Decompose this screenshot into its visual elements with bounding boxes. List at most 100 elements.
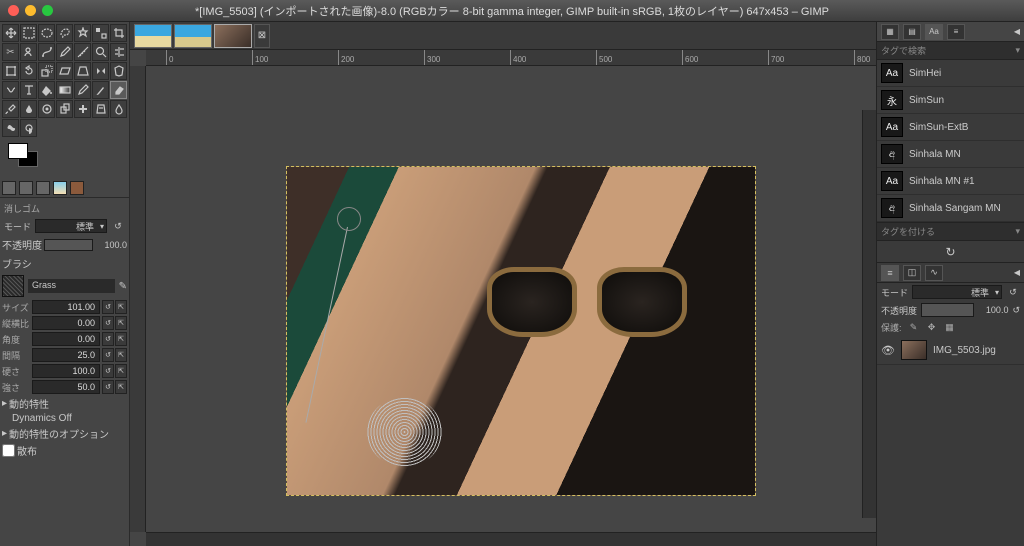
angle-input[interactable]: 0.00 <box>32 332 100 346</box>
chevron-down-icon[interactable]: ▾ <box>1015 45 1020 56</box>
brush-name[interactable]: Grass <box>28 279 115 293</box>
font-list-item[interactable]: AaSimSun-ExtB <box>877 114 1024 141</box>
force-reset-icon[interactable]: ↺ <box>102 380 114 394</box>
layer-item[interactable]: 👁IMG_5503.jpg <box>877 336 1024 365</box>
layer-visibility-icon[interactable]: 👁 <box>881 344 895 357</box>
scale-tool[interactable] <box>38 62 55 80</box>
dock-menu-icon[interactable]: ◀ <box>1014 27 1020 36</box>
vertical-scrollbar[interactable] <box>862 110 876 518</box>
eraser-tool[interactable] <box>110 81 127 99</box>
rect-select-tool[interactable] <box>20 24 37 42</box>
spacing-reset-icon[interactable]: ↺ <box>102 348 114 362</box>
layers-opacity-reset-icon[interactable]: ↺ <box>1012 305 1020 316</box>
history-tab-icon[interactable]: ≡ <box>947 24 965 40</box>
perspective-tool[interactable] <box>74 62 91 80</box>
dodge-burn-tool[interactable] <box>20 119 37 137</box>
aspect-reset-icon[interactable]: ↺ <box>102 316 114 330</box>
hardness-link-icon[interactable]: ⇱ <box>115 364 127 378</box>
airbrush-tool[interactable] <box>2 100 19 118</box>
measure-tool[interactable] <box>74 43 91 61</box>
spacing-link-icon[interactable]: ⇱ <box>115 348 127 362</box>
gradient-tool[interactable] <box>56 81 73 99</box>
mypaint-brush-tool[interactable] <box>38 100 55 118</box>
smudge-tool[interactable] <box>2 119 19 137</box>
font-list-item[interactable]: අSinhala Sangam MN <box>877 195 1024 222</box>
chevron-down-icon[interactable]: ▾ <box>1015 226 1020 237</box>
size-link-icon[interactable]: ⇱ <box>115 300 127 314</box>
bucket-fill-tool[interactable] <box>38 81 55 99</box>
paths-tool[interactable] <box>38 43 55 61</box>
layers-mode-reset-icon[interactable]: ↺ <box>1006 285 1020 299</box>
lock-position-icon[interactable]: ✥ <box>926 322 938 334</box>
move-tool[interactable] <box>2 24 19 42</box>
ellipse-select-tool[interactable] <box>38 24 55 42</box>
align-tool[interactable] <box>110 43 127 61</box>
fg-color-swatch[interactable] <box>8 143 28 159</box>
layers-mode-dropdown[interactable]: 標準 <box>912 285 1002 299</box>
brush-indicator[interactable] <box>2 181 16 195</box>
horizontal-scrollbar[interactable] <box>146 532 876 546</box>
image-indicator-1[interactable] <box>53 181 67 195</box>
warp-tool[interactable] <box>2 81 19 99</box>
fonts-tab-icon[interactable]: Aa <box>925 24 943 40</box>
image-indicator-2[interactable] <box>70 181 84 195</box>
dynamics-value[interactable]: Dynamics Off <box>12 413 72 424</box>
force-link-icon[interactable]: ⇱ <box>115 380 127 394</box>
opacity-slider[interactable] <box>44 239 93 251</box>
spacing-input[interactable]: 25.0 <box>32 348 100 362</box>
foreground-select-tool[interactable] <box>20 43 37 61</box>
dynamics-expand-icon[interactable]: ▸ <box>2 398 7 409</box>
flip-tool[interactable] <box>92 62 109 80</box>
vertical-ruler[interactable] <box>130 66 146 532</box>
minimize-window-button[interactable] <box>25 5 36 16</box>
layers-dock-menu-icon[interactable]: ◀ <box>1014 268 1020 277</box>
horizontal-ruler[interactable]: 0100200300400500600700800 <box>146 50 876 66</box>
shear-tool[interactable] <box>56 62 73 80</box>
free-select-tool[interactable] <box>56 24 73 42</box>
pattern-indicator[interactable] <box>19 181 33 195</box>
font-tag-row[interactable]: タグを付ける ▾ <box>877 222 1024 241</box>
mode-dropdown[interactable]: 標準 <box>35 219 107 233</box>
canvas-viewport[interactable] <box>146 66 876 532</box>
image-tab-1[interactable] <box>134 24 172 48</box>
crop-tool[interactable] <box>110 24 127 42</box>
dynamics-options-expand-icon[interactable]: ▸ <box>2 428 7 439</box>
clone-tool[interactable] <box>56 100 73 118</box>
brush-edit-icon[interactable]: ✎ <box>119 281 127 292</box>
hardness-input[interactable]: 100.0 <box>32 364 100 378</box>
unified-transform-tool[interactable] <box>2 62 19 80</box>
hardness-reset-icon[interactable]: ↺ <box>102 364 114 378</box>
pencil-tool[interactable] <box>74 81 91 99</box>
font-list-item[interactable]: AaSimHei <box>877 60 1024 87</box>
angle-link-icon[interactable]: ⇱ <box>115 332 127 346</box>
rotate-tool[interactable] <box>20 62 37 80</box>
aspect-link-icon[interactable]: ⇱ <box>115 316 127 330</box>
image-tab-active[interactable] <box>214 24 252 48</box>
image-tab-2[interactable] <box>174 24 212 48</box>
refresh-fonts-icon[interactable]: ↻ <box>945 245 955 259</box>
patterns-tab-icon[interactable]: ▤ <box>903 24 921 40</box>
channels-tab-icon[interactable]: ◫ <box>903 265 921 281</box>
paintbrush-tool[interactable] <box>92 81 109 99</box>
scatter-checkbox[interactable] <box>2 444 15 457</box>
color-picker-tool[interactable] <box>56 43 73 61</box>
fuzzy-select-tool[interactable] <box>74 24 91 42</box>
zoom-tool[interactable] <box>92 43 109 61</box>
angle-reset-icon[interactable]: ↺ <box>102 332 114 346</box>
maximize-window-button[interactable] <box>42 5 53 16</box>
fg-bg-colors[interactable] <box>8 143 129 179</box>
canvas[interactable] <box>286 166 756 496</box>
close-window-button[interactable] <box>8 5 19 16</box>
paths-tab-icon[interactable]: ∿ <box>925 265 943 281</box>
text-tool[interactable] <box>20 81 37 99</box>
by-color-select-tool[interactable] <box>92 24 109 42</box>
size-reset-icon[interactable]: ↺ <box>102 300 114 314</box>
brushes-tab-icon[interactable]: ▦ <box>881 24 899 40</box>
layers-opacity-slider[interactable] <box>921 303 974 317</box>
force-input[interactable]: 50.0 <box>32 380 100 394</box>
font-list-item[interactable]: AaSinhala MN #1 <box>877 168 1024 195</box>
aspect-input[interactable]: 0.00 <box>32 316 100 330</box>
layers-tab-icon[interactable]: ≡ <box>881 265 899 281</box>
brush-preview-swatch[interactable] <box>2 275 24 297</box>
font-search-row[interactable]: タグで検索 ▾ <box>877 42 1024 60</box>
